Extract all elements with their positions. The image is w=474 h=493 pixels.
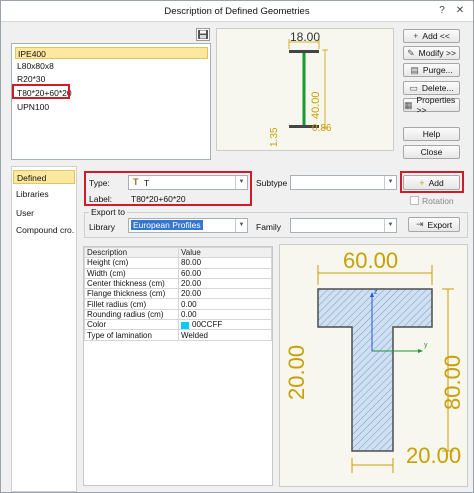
row-description: Flange thickness (cm): [84, 288, 179, 300]
close-icon[interactable]: ✕: [453, 4, 467, 18]
row-description: Color: [84, 319, 179, 331]
column-header: Value: [178, 246, 272, 259]
save-icon[interactable]: [196, 28, 210, 41]
export-icon: ⇥: [415, 219, 424, 229]
purge-button-label: Purge...: [422, 65, 453, 75]
geometry-preview-large: 60.00 80.00 20.00 20.00 z y: [279, 244, 468, 487]
properties-button-label: Properties >>: [416, 95, 456, 115]
axis-z-label: z: [374, 289, 378, 296]
table-row[interactable]: Color 00CCFF: [84, 319, 272, 331]
family-select[interactable]: ▼: [290, 218, 397, 233]
row-description: Center thickness (cm): [84, 277, 179, 290]
family-label: Family: [256, 222, 282, 232]
row-value[interactable]: 80.00: [178, 257, 272, 269]
nav-item-libraries[interactable]: Libraries: [13, 187, 49, 201]
chevron-down-icon: ▼: [384, 219, 396, 232]
chevron-down-icon: ▼: [235, 219, 247, 232]
library-select[interactable]: European Profiles ▼: [128, 218, 248, 233]
pencil-icon: ✎: [407, 47, 415, 58]
plus-icon: +: [413, 31, 419, 41]
properties-icon: ▦: [404, 99, 413, 110]
table-row[interactable]: Fillet radius (cm) 0.00: [84, 298, 272, 310]
rotation-checkbox[interactable]: [410, 196, 419, 205]
color-value: 00CCFF: [192, 320, 223, 330]
help-icon[interactable]: ?: [435, 4, 449, 18]
geometry-list[interactable]: IPE400 L80x80x8 R20*30 T80*20+60*20 UPN1…: [11, 43, 211, 160]
delete-icon: ▭: [409, 82, 418, 93]
purge-icon: ▤: [410, 64, 419, 75]
geometry-preview-small: 18.00 40.00 0.86 1.35: [216, 28, 394, 151]
row-value[interactable]: Welded: [178, 329, 272, 341]
type-highlight: [84, 171, 252, 206]
row-description: Type of lamination: [84, 329, 179, 341]
list-item[interactable]: L80x80x8: [15, 60, 56, 72]
row-value[interactable]: 60.00: [178, 267, 272, 279]
nav-item-user[interactable]: User: [13, 206, 34, 220]
row-value[interactable]: 00CCFF: [178, 319, 272, 331]
chevron-down-icon: ▼: [384, 176, 396, 189]
table-row[interactable]: Width (cm) 60.00: [84, 267, 272, 279]
nav-item-defined[interactable]: Defined: [13, 170, 75, 184]
dim-web-label: 0.86: [312, 123, 332, 134]
row-value[interactable]: 0.00: [178, 308, 272, 321]
window-title: Description of Defined Geometries: [164, 6, 310, 17]
column-header: Description: [84, 246, 179, 259]
dim-height-label: 80.00: [440, 354, 465, 410]
export-button-label: Export: [427, 219, 453, 230]
help-button[interactable]: Help: [403, 127, 460, 141]
dim-width-label: 18.00: [290, 30, 321, 44]
geometries-dialog: Description of Defined Geometries ? ✕ IP…: [0, 0, 474, 493]
dim-width-label: 60.00: [343, 248, 399, 273]
add-highlight: [400, 171, 464, 193]
color-swatch: [181, 321, 189, 329]
table-row[interactable]: Type of lamination Welded: [84, 329, 272, 341]
list-item[interactable]: UPN100: [15, 101, 51, 113]
close-button[interactable]: Close: [403, 145, 460, 159]
modify-button-label: Modify >>: [418, 48, 456, 58]
add-button[interactable]: + Add <<: [403, 29, 460, 43]
row-description: Width (cm): [84, 267, 179, 279]
selected-geometry-highlight: [12, 84, 70, 99]
delete-button[interactable]: ▭ Delete...: [403, 81, 460, 95]
nav-item-compound[interactable]: Compound cro...: [13, 223, 75, 237]
delete-button-label: Delete...: [421, 83, 454, 93]
list-item[interactable]: IPE400: [15, 47, 208, 59]
properties-table: Description Value Height (cm) 80.00 Width…: [84, 246, 272, 341]
properties-button[interactable]: ▦ Properties >>: [403, 95, 460, 115]
dim-flange-label: 1.35: [269, 127, 280, 147]
export-button[interactable]: ⇥ Export: [408, 217, 460, 232]
subtype-label: Subtype :: [256, 178, 292, 188]
table-row[interactable]: Rounding radius (cm) 0.00: [84, 308, 272, 321]
add-button-label: Add <<: [422, 31, 450, 41]
rotation-label: Rotation: [422, 196, 454, 206]
row-description: Height (cm): [84, 257, 179, 269]
purge-button[interactable]: ▤ Purge...: [403, 63, 460, 77]
export-group-label: Export to: [89, 207, 128, 217]
dim-flange-thickness-label: 20.00: [406, 443, 462, 468]
title-bar: Description of Defined Geometries ? ✕: [1, 1, 473, 22]
library-value: European Profiles: [131, 220, 203, 230]
row-description: Rounding radius (cm): [84, 308, 179, 321]
row-value[interactable]: 0.00: [178, 298, 272, 310]
table-row[interactable]: Flange thickness (cm) 20.00: [84, 288, 272, 300]
row-value[interactable]: 20.00: [178, 277, 272, 290]
modify-button[interactable]: ✎ Modify >>: [403, 46, 460, 60]
table-row[interactable]: Height (cm) 80.00: [84, 257, 272, 269]
subtype-select[interactable]: ▼: [290, 175, 397, 190]
dim-web-thickness-label: 20.00: [284, 344, 309, 400]
table-row[interactable]: Center thickness (cm) 20.00: [84, 277, 272, 290]
row-value[interactable]: 20.00: [178, 288, 272, 300]
axis-y-label: y: [424, 342, 428, 349]
row-description: Fillet radius (cm): [84, 298, 179, 310]
dim-height-label: 40.00: [310, 91, 322, 119]
library-label: Library: [89, 222, 115, 232]
